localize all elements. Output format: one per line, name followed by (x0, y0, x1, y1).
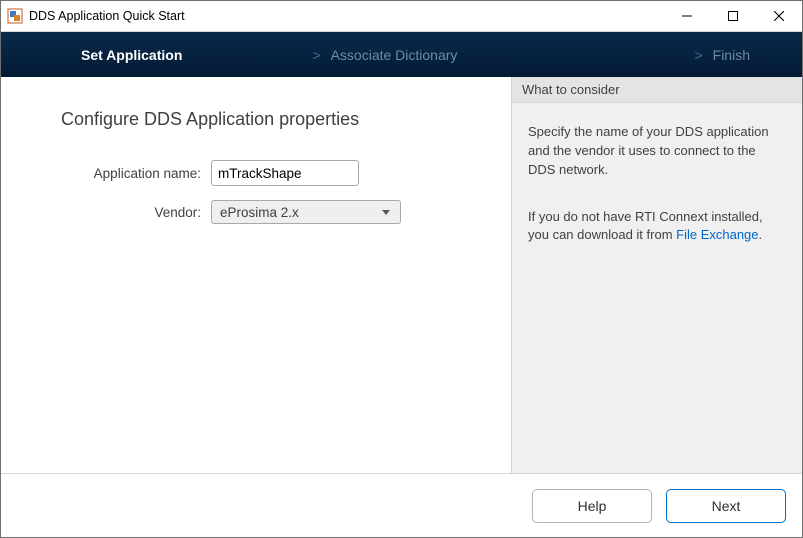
file-exchange-link[interactable]: File Exchange (676, 227, 758, 242)
step-associate-dictionary: > Associate Dictionary (302, 47, 457, 63)
vendor-selected-value: eProsima 2.x (220, 205, 299, 220)
window-controls (664, 1, 802, 31)
info-panel-header: What to consider (512, 77, 802, 103)
vendor-dropdown[interactable]: eProsima 2.x (211, 200, 401, 224)
page-heading: Configure DDS Application properties (61, 109, 481, 130)
app-name-row: Application name: (61, 160, 481, 186)
title-bar: DDS Application Quick Start (1, 1, 802, 32)
chevron-down-icon (382, 210, 390, 215)
application-name-input[interactable] (211, 160, 359, 186)
footer-bar: Help Next (1, 473, 802, 537)
step-label: Associate Dictionary (331, 47, 458, 63)
step-set-application: Set Application (1, 47, 182, 63)
info-panel-body: Specify the name of your DDS application… (512, 103, 802, 283)
info-text-2b: . (759, 227, 763, 242)
step-separator-icon: > (684, 47, 712, 63)
vendor-label: Vendor: (61, 205, 211, 220)
button-label: Next (712, 498, 741, 514)
step-finish: > Finish (684, 47, 802, 63)
maximize-button[interactable] (710, 1, 756, 31)
button-label: Help (578, 498, 607, 514)
vendor-row: Vendor: eProsima 2.x (61, 200, 481, 224)
info-text-2: If you do not have RTI Connext installed… (528, 208, 786, 246)
step-label: Set Application (81, 47, 182, 63)
next-button[interactable]: Next (666, 489, 786, 523)
wizard-step-bar: Set Application > Associate Dictionary >… (1, 32, 802, 77)
info-text-1: Specify the name of your DDS application… (528, 123, 786, 180)
help-button[interactable]: Help (532, 489, 652, 523)
app-icon (7, 8, 23, 24)
info-panel: What to consider Specify the name of you… (511, 77, 802, 473)
step-separator-icon: > (302, 47, 330, 63)
app-name-label: Application name: (61, 166, 211, 181)
window-title: DDS Application Quick Start (29, 9, 664, 23)
minimize-button[interactable] (664, 1, 710, 31)
close-button[interactable] (756, 1, 802, 31)
window-frame: DDS Application Quick Start Set Applicat… (0, 0, 803, 538)
form-panel: Configure DDS Application properties App… (1, 77, 511, 473)
main-content: Configure DDS Application properties App… (1, 77, 802, 473)
step-label: Finish (713, 47, 750, 63)
